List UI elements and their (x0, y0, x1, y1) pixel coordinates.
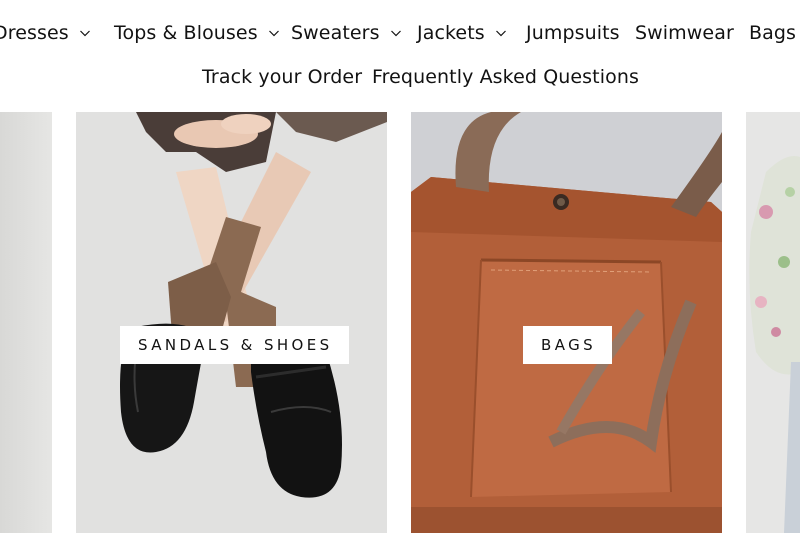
nav-item-track-order[interactable]: Track your Order (202, 66, 362, 88)
collection-label-sandals-shoes[interactable]: Sandals & Shoes (120, 326, 349, 364)
nav-item-tops-blouses[interactable]: Tops & Blouses (114, 22, 280, 44)
collection-card-sandals-shoes[interactable]: Sandals & Shoes (76, 112, 387, 533)
nav-item-label: Frequently Asked Questions (372, 66, 639, 88)
collection-card-partial-left[interactable] (0, 112, 52, 533)
chevron-down-icon (390, 27, 402, 39)
nav-item-label: Track your Order (202, 66, 363, 88)
chevron-down-icon (268, 27, 280, 39)
nav-item-sweaters[interactable]: Sweaters (291, 22, 402, 44)
collection-carousel: Sandals & Shoes Bags (0, 112, 800, 533)
collection-card-bags[interactable]: Bags (411, 112, 722, 533)
main-navigation: Dresses Tops & Blouses Sweaters Jackets … (0, 0, 800, 112)
nav-item-label: Swimwear (635, 22, 734, 44)
nav-item-label: Jackets (417, 22, 485, 44)
collection-image (0, 112, 52, 533)
bag-photo (411, 112, 722, 533)
nav-item-jumpsuits[interactable]: Jumpsuits (526, 22, 620, 44)
nav-item-swimwear[interactable]: Swimwear (635, 22, 734, 44)
nav-item-label: Bags (749, 22, 797, 44)
collection-card-partial-right[interactable] (746, 112, 800, 533)
collection-label-bags[interactable]: Bags (523, 326, 613, 364)
nav-item-jackets[interactable]: Jackets (417, 22, 507, 44)
nav-item-label: Tops & Blouses (114, 22, 258, 44)
nav-item-faq[interactable]: Frequently Asked Questions (372, 66, 639, 88)
nav-item-dresses[interactable]: Dresses (0, 22, 91, 44)
shoes-photo (76, 112, 387, 533)
collection-image (746, 112, 800, 533)
nav-item-label: Sweaters (291, 22, 380, 44)
chevron-down-icon (79, 27, 91, 39)
nav-item-label: Jumpsuits (526, 22, 620, 44)
chevron-down-icon (495, 27, 507, 39)
nav-item-label: Dresses (0, 22, 69, 44)
nav-item-bags[interactable]: Bags (749, 22, 796, 44)
